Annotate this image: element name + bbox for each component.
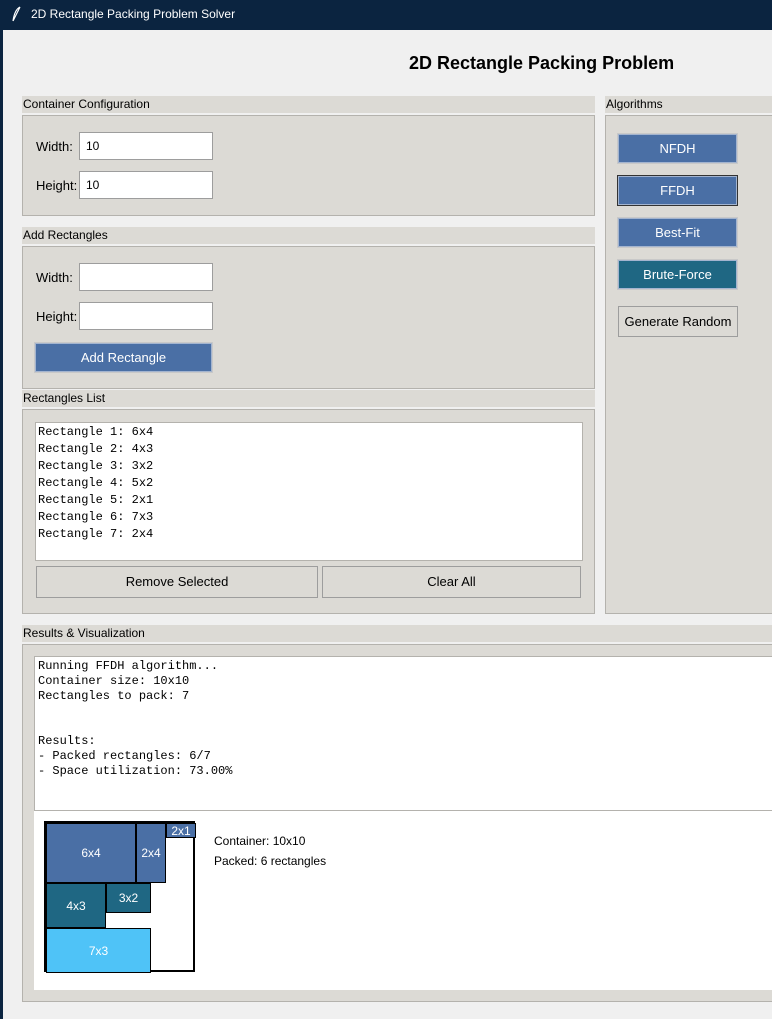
packed-rect: 6x4 [46, 823, 136, 883]
page-title: 2D Rectangle Packing Problem [409, 53, 675, 73]
list-item[interactable]: Rectangle 6: 7x3 [38, 509, 582, 526]
packed-info: Packed: 6 rectangles [214, 854, 327, 868]
feather-icon [12, 6, 21, 22]
packed-rect: 7x3 [46, 928, 151, 973]
list-item[interactable]: Rectangle 4: 5x2 [38, 475, 582, 492]
packed-rect: 2x4 [136, 823, 166, 883]
rect-height-label: Height: [36, 309, 78, 324]
list-item[interactable]: Rectangle 3: 3x2 [38, 458, 582, 475]
results-log[interactable]: Running FFDH algorithm... Container size… [34, 656, 772, 811]
window-edge [0, 30, 3, 1019]
rect-height-input[interactable] [79, 302, 213, 330]
container-height-input[interactable]: 10 [79, 171, 213, 199]
packed-rect: 4x3 [46, 883, 106, 928]
container-width-label: Width: [36, 139, 73, 154]
clear-all-button[interactable]: Clear All [322, 566, 581, 598]
add-rectangles-label: Add Rectangles [22, 227, 595, 244]
list-item[interactable]: Rectangle 7: 2x4 [38, 526, 582, 543]
ffdh-button[interactable]: FFDH [617, 175, 738, 206]
remove-selected-button[interactable]: Remove Selected [36, 566, 318, 598]
list-item[interactable]: Rectangle 5: 2x1 [38, 492, 582, 509]
packed-rect: 3x2 [106, 883, 151, 913]
results-label: Results & Visualization [22, 625, 772, 642]
algorithms-label: Algorithms [605, 96, 772, 113]
results-frame: Running FFDH algorithm... Container size… [22, 644, 772, 1002]
algorithms-frame: NFDH FFDH Best-Fit Brute-Force Generate … [605, 115, 772, 614]
add-rectangles-frame: Width: Height: Add Rectangle [22, 246, 595, 389]
add-rectangle-button[interactable]: Add Rectangle [34, 342, 213, 373]
container-height-label: Height: [36, 178, 78, 193]
list-item[interactable]: Rectangle 1: 6x4 [38, 424, 582, 441]
visualization-canvas: 6x4 2x4 2x1 4x3 3x2 7x3 Container: 10x10 Pack… [34, 811, 772, 990]
nfdh-button[interactable]: NFDH [617, 133, 738, 164]
rect-width-input[interactable] [79, 263, 213, 291]
packed-rect: 2x1 [166, 823, 196, 838]
container-info: Container: 10x10 [214, 834, 306, 848]
best-fit-button[interactable]: Best-Fit [617, 217, 738, 248]
generate-random-button[interactable]: Generate Random [618, 306, 738, 337]
rectangles-list-frame: Rectangle 1: 6x4 Rectangle 2: 4x3 Rectangl… [22, 409, 595, 614]
packing-container: 6x4 2x4 2x1 4x3 3x2 7x3 [44, 821, 196, 973]
container-width-input[interactable]: 10 [79, 132, 213, 160]
list-item[interactable]: Rectangle 2: 4x3 [38, 441, 582, 458]
container-config-label: Container Configuration [22, 96, 595, 113]
container-config-frame: Width: 10 Height: 10 [22, 115, 595, 216]
rectangles-list-label: Rectangles List [22, 390, 595, 407]
window-title: 2D Rectangle Packing Problem Solver [31, 7, 236, 21]
rectangles-listbox[interactable]: Rectangle 1: 6x4 Rectangle 2: 4x3 Rectangl… [35, 422, 583, 561]
rect-width-label: Width: [36, 270, 73, 285]
title-bar: 2D Rectangle Packing Problem Solver [0, 0, 772, 30]
brute-force-button[interactable]: Brute-Force [617, 259, 738, 290]
